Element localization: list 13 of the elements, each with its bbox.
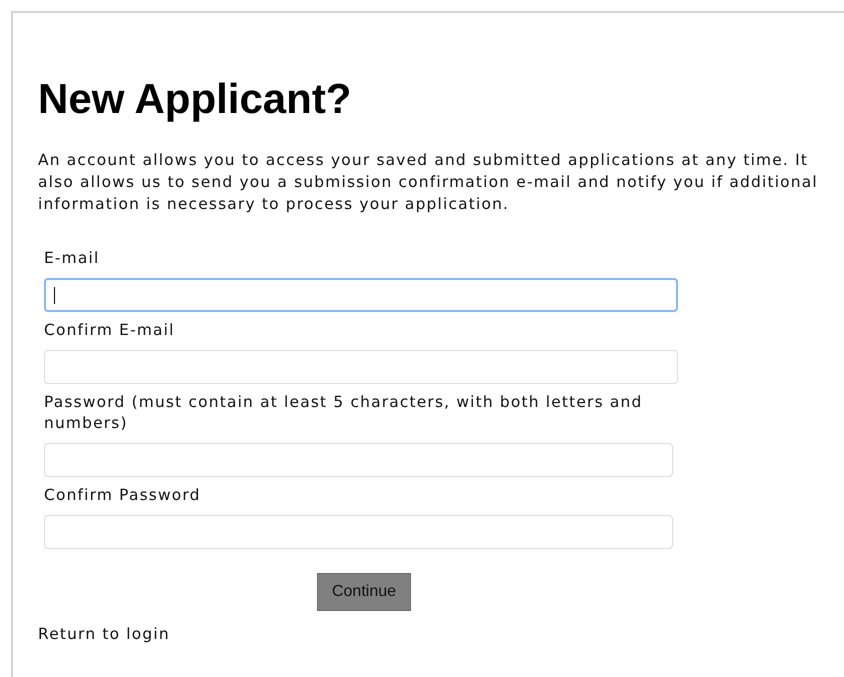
page-heading: New Applicant?: [38, 75, 352, 123]
text-cursor: [54, 287, 55, 304]
input-field[interactable]: [44, 278, 678, 312]
intro-paragraph: An account allows you to access your saved and submitted applications at any time. It also allows us to send you a submission confirmation e-mail and notify you if additional information is necessary to process your application.: [38, 150, 819, 215]
input-field[interactable]: [44, 515, 673, 549]
return-to-login-link[interactable]: Return to login: [38, 625, 170, 643]
field-label: Confirm E-mail: [44, 320, 176, 341]
input-field[interactable]: [44, 350, 678, 384]
field-label: E-mail: [44, 248, 100, 269]
field-label: Confirm Password: [44, 485, 202, 506]
continue-button[interactable]: Continue: [316, 573, 412, 611]
field-label: Password (must contain at least 5 characters, with both letters and numbers): [44, 392, 644, 434]
input-field[interactable]: [44, 443, 673, 477]
